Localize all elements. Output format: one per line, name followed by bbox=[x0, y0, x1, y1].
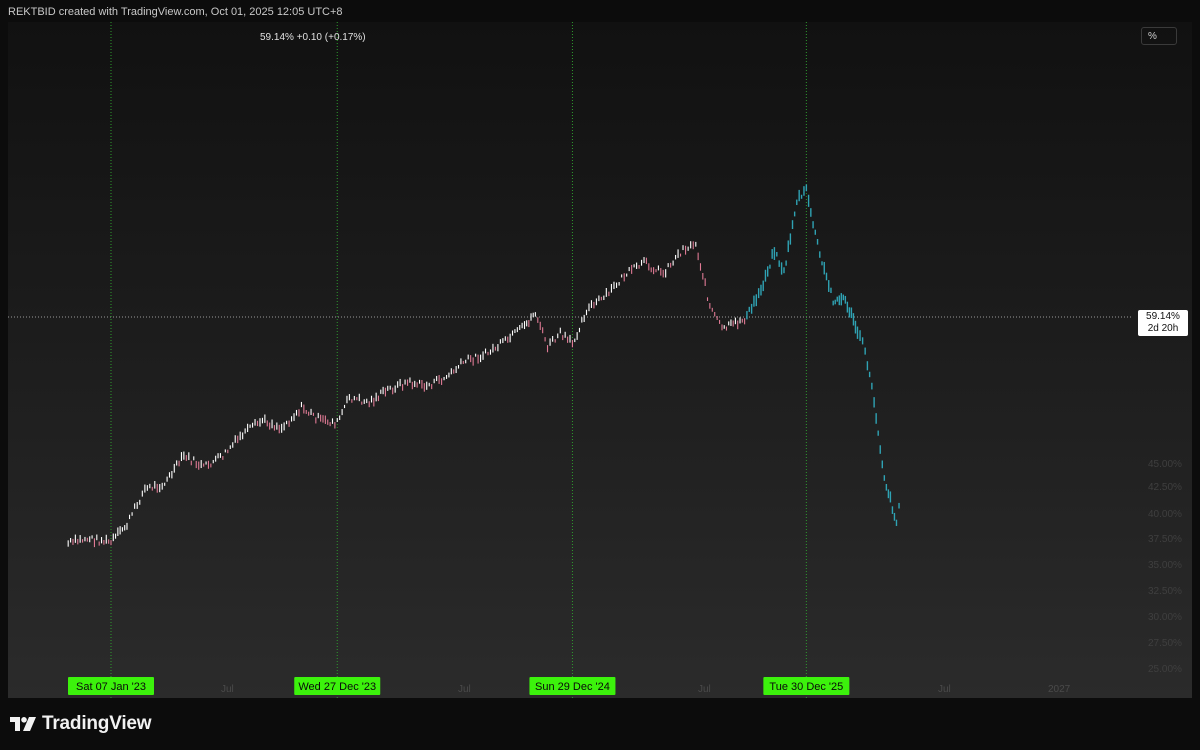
y-tick-label: 32.50% bbox=[1148, 586, 1182, 597]
tradingview-mark-icon bbox=[10, 717, 36, 731]
date-tag-label: Tue 30 Dec '25 bbox=[769, 681, 843, 693]
bar-countdown-text: 2d 20h bbox=[1147, 323, 1179, 334]
footer-bar: TradingView bbox=[0, 700, 1200, 750]
x-tick-label: Jul bbox=[698, 684, 711, 695]
scale-unit-button[interactable]: % bbox=[1141, 27, 1177, 45]
attribution-text: REKTBID created with TradingView.com, Oc… bbox=[8, 6, 343, 18]
x-tick-label: 2027 bbox=[1048, 684, 1071, 695]
chart-frame: REKTBID created with TradingView.com, Oc… bbox=[0, 0, 1200, 750]
y-tick-label: 42.50% bbox=[1148, 482, 1182, 493]
y-tick-label: 45.00% bbox=[1148, 459, 1182, 470]
y-tick-label: 37.50% bbox=[1148, 534, 1182, 545]
current-value-label: 59.14% 2d 20h bbox=[1138, 310, 1188, 336]
x-tick-label: Jul bbox=[221, 684, 234, 695]
y-tick-label: 40.00% bbox=[1148, 509, 1182, 520]
y-tick-label: 25.00% bbox=[1148, 664, 1182, 675]
x-tick-label: Jul bbox=[938, 684, 951, 695]
date-tag-label: Sun 29 Dec '24 bbox=[535, 681, 610, 693]
legend-value: 59.14% +0.10 (+0.17%) bbox=[260, 32, 366, 43]
y-tick-label: 27.50% bbox=[1148, 638, 1182, 649]
y-tick-label: 35.00% bbox=[1148, 560, 1182, 571]
tradingview-logo[interactable]: TradingView bbox=[10, 713, 152, 735]
y-tick-label: 30.00% bbox=[1148, 612, 1182, 623]
price-chart[interactable]: 45.00% 42.50% 40.00% 37.50% 35.00% 32.50% 30.0… bbox=[8, 22, 1192, 698]
chart-pane[interactable]: 45.00% 42.50% 40.00% 37.50% 35.00% 32.50% 30.0… bbox=[8, 22, 1192, 698]
date-tag-label: Wed 27 Dec '23 bbox=[298, 681, 376, 693]
date-tag-label: Sat 07 Jan '23 bbox=[76, 681, 146, 693]
current-value-text: 59.14% bbox=[1146, 311, 1180, 322]
x-tick-label: Jul bbox=[458, 684, 471, 695]
tradingview-wordmark: TradingView bbox=[42, 713, 152, 734]
